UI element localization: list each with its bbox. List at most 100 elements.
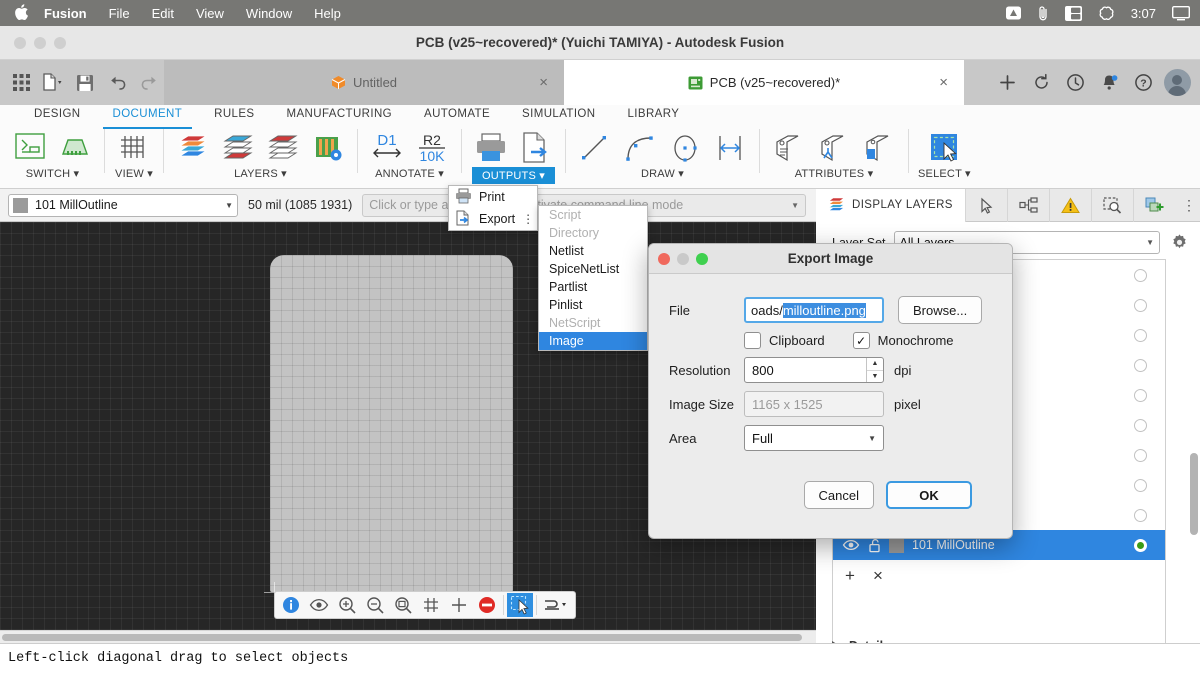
stop-icon[interactable]: [474, 593, 500, 617]
window-traffic-lights[interactable]: [14, 37, 66, 49]
undo-icon[interactable]: [102, 68, 132, 98]
ribbon-tab-library[interactable]: LIBRARY: [611, 105, 695, 127]
monochrome-checkbox[interactable]: ✓: [852, 332, 870, 349]
submenu-item-netlist[interactable]: Netlist: [539, 242, 647, 260]
ribbon-group-layers-label[interactable]: LAYERS ▾: [234, 167, 287, 180]
tab-tree[interactable]: [1006, 188, 1049, 222]
active-layer-radio[interactable]: [1134, 478, 1147, 492]
dimension-d1-icon[interactable]: D1: [367, 129, 407, 167]
menu-item-export[interactable]: Export ⋮: [449, 208, 537, 230]
ribbon-tab-design[interactable]: DESIGN: [18, 105, 97, 127]
avatar[interactable]: [1162, 68, 1192, 98]
cancel-button[interactable]: Cancel: [803, 481, 874, 509]
unlock-icon[interactable]: [863, 538, 887, 553]
window-close-button[interactable]: [14, 37, 26, 49]
layer-manager-icon[interactable]: [308, 129, 348, 167]
remove-layer-button[interactable]: ×: [873, 567, 883, 584]
ok-button[interactable]: OK: [886, 481, 972, 509]
redo-icon[interactable]: [134, 68, 164, 98]
zoom-fit-icon[interactable]: [390, 593, 416, 617]
dialog-traffic-lights[interactable]: [658, 253, 708, 265]
ribbon-tab-manufacturing[interactable]: MANUFACTURING: [271, 105, 409, 127]
apple-icon[interactable]: [14, 3, 28, 23]
help-icon[interactable]: ?: [1128, 68, 1158, 98]
gear-icon[interactable]: [1168, 232, 1190, 254]
layer-settings-icon[interactable]: [263, 129, 303, 167]
canvas-horizontal-scrollbar[interactable]: [0, 630, 816, 643]
notifications-icon[interactable]: [1094, 68, 1124, 98]
ribbon-tab-simulation[interactable]: SIMULATION: [506, 105, 611, 127]
move-icon[interactable]: [446, 593, 472, 617]
ribbon-group-draw-label[interactable]: DRAW ▾: [641, 167, 684, 180]
ribbon-tab-rules[interactable]: RULES: [198, 105, 270, 127]
export-icon[interactable]: [516, 129, 556, 167]
tab-drc-search[interactable]: [1090, 188, 1133, 222]
zoom-in-icon[interactable]: [334, 593, 360, 617]
refresh-icon[interactable]: [1026, 68, 1056, 98]
ribbon-group-switch-label[interactable]: SWITCH ▾: [26, 167, 80, 180]
grid-icon[interactable]: [418, 593, 444, 617]
layer-list-scrollbar-thumb[interactable]: [1190, 453, 1198, 535]
layer-stack-icon[interactable]: [173, 129, 213, 167]
dialog-close-button[interactable]: [658, 253, 670, 265]
openai-icon[interactable]: [1098, 5, 1115, 22]
tab-cursor[interactable]: [964, 188, 1007, 222]
menu-item-print[interactable]: Print: [449, 186, 537, 208]
active-layer-radio[interactable]: [1134, 508, 1147, 522]
display-icon[interactable]: [1172, 5, 1190, 21]
menu-item-help[interactable]: Help: [314, 6, 341, 21]
add-layer-button[interactable]: +: [845, 567, 855, 584]
new-tab-button[interactable]: [992, 68, 1022, 98]
select-marquee-icon[interactable]: [507, 593, 533, 617]
browse-button[interactable]: Browse...: [898, 296, 983, 324]
export-overflow-icon[interactable]: ⋮: [522, 212, 534, 226]
menu-item-window[interactable]: Window: [246, 6, 292, 21]
ribbon-group-select-label[interactable]: SELECT ▾: [918, 167, 971, 180]
ribbon-tab-document[interactable]: DOCUMENT: [97, 105, 199, 129]
ribbon-group-view-label[interactable]: VIEW ▾: [115, 167, 153, 180]
eye-visible-icon[interactable]: [839, 538, 863, 552]
close-icon[interactable]: ×: [939, 74, 948, 91]
menu-item-file[interactable]: File: [109, 6, 130, 21]
circle-icon[interactable]: [665, 129, 705, 167]
tag-icon[interactable]: [769, 129, 809, 167]
menu-item-fusion[interactable]: Fusion: [44, 6, 87, 21]
clipboard-checkbox[interactable]: [744, 332, 761, 349]
ribbon-group-outputs-label[interactable]: OUTPUTS ▾: [472, 167, 555, 184]
scrollbar-thumb[interactable]: [2, 634, 802, 641]
tab-pcb[interactable]: PCB (v25~recovered)* ×: [564, 60, 964, 105]
tab-untitled[interactable]: Untitled ×: [164, 60, 564, 105]
active-layer-radio[interactable]: [1134, 328, 1147, 342]
info-icon[interactable]: [278, 593, 304, 617]
grid-apps-icon[interactable]: [6, 68, 36, 98]
active-layer-radio[interactable]: [1134, 448, 1147, 462]
menu-item-view[interactable]: View: [196, 6, 224, 21]
tab-warnings[interactable]: [1048, 188, 1091, 222]
ribbon-group-annotate-label[interactable]: ANNOTATE ▾: [375, 167, 444, 180]
active-layer-radio[interactable]: [1134, 358, 1147, 372]
switch-schematic-icon[interactable]: [10, 129, 50, 167]
dialog-minimize-button[interactable]: [677, 253, 689, 265]
line-icon[interactable]: [575, 129, 615, 167]
new-document-icon[interactable]: [38, 68, 68, 98]
window-zoom-button[interactable]: [54, 37, 66, 49]
active-layer-radio[interactable]: [1134, 538, 1147, 552]
zoom-out-icon[interactable]: [362, 593, 388, 617]
right-panel-overflow-menu[interactable]: ⋮: [1178, 189, 1200, 222]
area-select[interactable]: Full ▼: [744, 425, 884, 451]
chevron-down-icon[interactable]: ▼: [791, 201, 799, 210]
submenu-item-partlist[interactable]: Partlist: [539, 278, 647, 296]
active-layer-radio[interactable]: [1134, 298, 1147, 312]
cloud-upload-icon[interactable]: [1005, 5, 1022, 21]
route-icon[interactable]: [540, 593, 572, 617]
dialog-zoom-button[interactable]: [696, 253, 708, 265]
active-layer-radio[interactable]: [1134, 268, 1147, 282]
show-icon[interactable]: [306, 593, 332, 617]
ribbon-tab-automate[interactable]: AUTOMATE: [408, 105, 506, 127]
active-layer-radio[interactable]: [1134, 418, 1147, 432]
tab-add-component[interactable]: [1132, 188, 1175, 222]
close-icon[interactable]: ×: [539, 74, 548, 91]
history-icon[interactable]: [1060, 68, 1090, 98]
arc-icon[interactable]: [620, 129, 660, 167]
window-split-icon[interactable]: [1064, 5, 1082, 21]
